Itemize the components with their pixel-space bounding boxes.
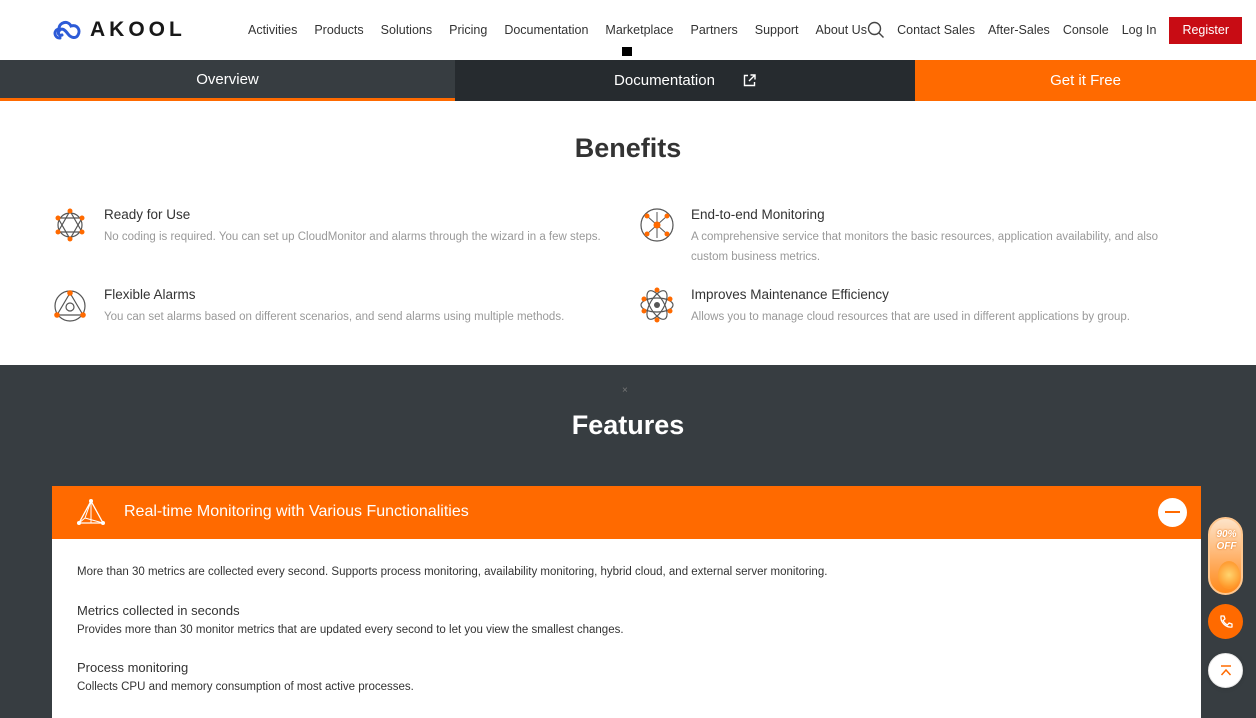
feature-item-desc: Collects CPU and memory consumption of m…	[77, 681, 414, 693]
nav-activities[interactable]: Activities	[248, 23, 297, 37]
atom-icon	[640, 287, 674, 323]
gift-icon	[1218, 561, 1240, 589]
feature-panel-title: Real-time Monitoring with Various Functi…	[124, 503, 469, 520]
search-icon[interactable]	[867, 21, 885, 39]
feature-item-title: Process monitoring	[77, 660, 189, 675]
cursor-marker	[622, 47, 632, 56]
logo[interactable]: AKOOL	[52, 16, 186, 44]
nav-documentation[interactable]: Documentation	[504, 23, 588, 37]
benefit-title: Improves Maintenance Efficiency	[691, 287, 889, 302]
close-icon[interactable]: ×	[622, 385, 628, 396]
phone-button[interactable]	[1208, 604, 1243, 639]
nav-products[interactable]: Products	[314, 23, 363, 37]
tab-get-it-free[interactable]: Get it Free	[915, 60, 1256, 101]
benefit-description: No coding is required. You can set up Cl…	[104, 231, 601, 243]
benefit-title: Ready for Use	[104, 207, 191, 222]
promo-badge[interactable]: 90% OFF	[1208, 517, 1243, 595]
register-button[interactable]: Register	[1169, 16, 1242, 44]
nav-pricing[interactable]: Pricing	[449, 23, 487, 37]
promo-text: 90% OFF	[1216, 529, 1237, 552]
features-section: × Features Real-time Monitoring with Var…	[0, 365, 1256, 718]
back-to-top-icon	[1220, 664, 1231, 676]
collapse-button[interactable]	[1158, 498, 1187, 527]
triangle-nodes-icon	[54, 290, 86, 322]
pyramid-icon	[77, 499, 105, 525]
nav-right: Contact Sales After-Sales Console Log In…	[867, 0, 1242, 60]
benefit-description: A comprehensive service that monitors th…	[691, 231, 1159, 263]
back-to-top-button[interactable]	[1208, 653, 1243, 688]
feature-item-desc: Provides more than 30 monitor metrics th…	[77, 624, 624, 636]
tab-get-it-free-label: Get it Free	[1050, 72, 1121, 89]
external-link-icon	[743, 74, 756, 87]
benefits-title: Benefits	[574, 133, 682, 163]
feature-panel-body: More than 30 metrics are collected every…	[52, 539, 1201, 718]
cloud-logo-icon	[53, 20, 81, 40]
hub-icon	[640, 208, 674, 242]
tab-overview[interactable]: Overview	[0, 60, 455, 101]
product-subtabs: Overview Documentation Get it Free	[0, 60, 1256, 101]
feature-intro: More than 30 metrics are collected every…	[77, 566, 828, 578]
nav-partners[interactable]: Partners	[691, 23, 738, 37]
nav-support[interactable]: Support	[755, 23, 799, 37]
phone-icon	[1219, 614, 1233, 628]
nav-solutions[interactable]: Solutions	[381, 23, 432, 37]
benefit-title: End-to-end Monitoring	[691, 207, 825, 222]
nav-about-us[interactable]: About Us	[816, 23, 867, 37]
network-icon	[55, 208, 85, 242]
feature-item-title: Metrics collected in seconds	[77, 603, 240, 618]
after-sales-link[interactable]: After-Sales	[988, 23, 1050, 37]
benefit-description: You can set alarms based on different sc…	[104, 311, 565, 323]
tab-overview-label: Overview	[196, 70, 259, 88]
benefit-description: Allows you to manage cloud resources tha…	[691, 311, 1130, 323]
top-navigation: AKOOL Activities Products Solutions Pric…	[0, 0, 1256, 60]
feature-panel-header[interactable]: Real-time Monitoring with Various Functi…	[52, 486, 1201, 539]
contact-sales-link[interactable]: Contact Sales	[897, 23, 975, 37]
tab-documentation[interactable]: Documentation	[455, 60, 915, 101]
main-nav: Activities Products Solutions Pricing Do…	[248, 0, 884, 60]
features-title: Features	[571, 410, 685, 440]
logo-text: AKOOL	[90, 18, 186, 41]
benefit-title: Flexible Alarms	[104, 287, 196, 302]
login-link[interactable]: Log In	[1122, 23, 1157, 37]
console-link[interactable]: Console	[1063, 23, 1109, 37]
nav-marketplace[interactable]: Marketplace	[605, 23, 673, 37]
tab-documentation-label: Documentation	[614, 72, 715, 89]
